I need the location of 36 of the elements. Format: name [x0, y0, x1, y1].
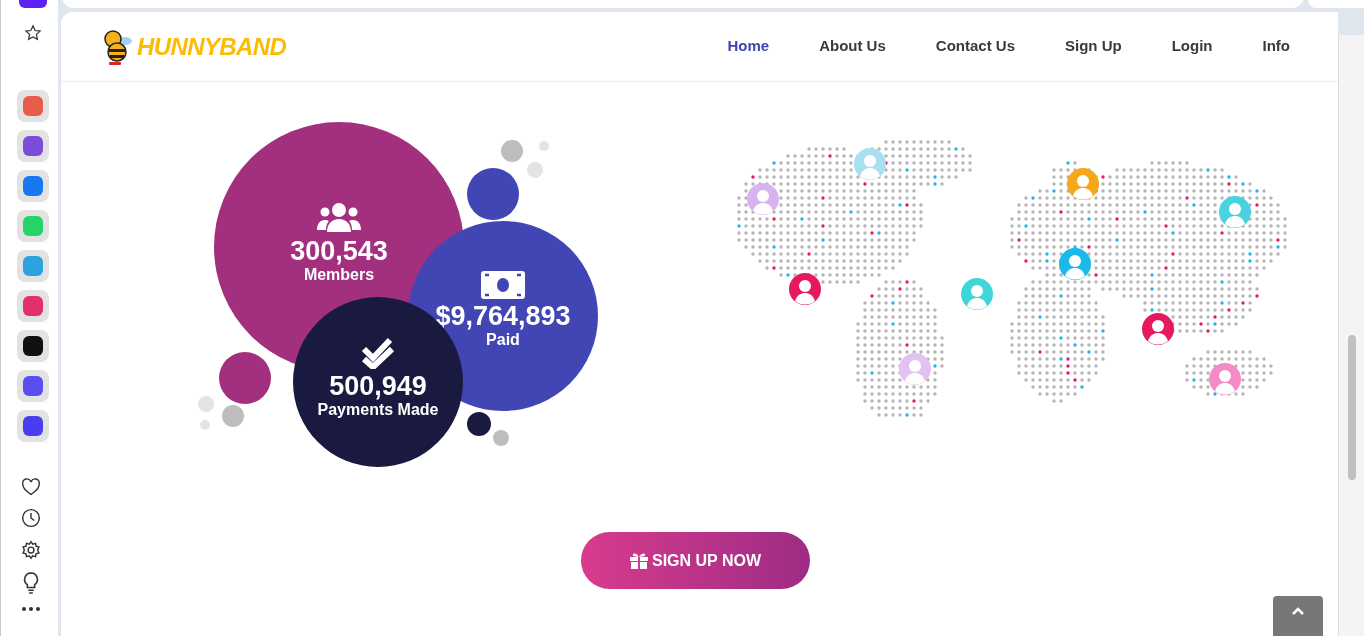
avatar-icon [1066, 167, 1100, 201]
avatar-icon [1058, 247, 1092, 281]
nav-link[interactable]: Sign Up [1065, 35, 1122, 58]
avatar-icon [1141, 312, 1175, 346]
banknote-icon [481, 271, 525, 299]
avatar-icon [960, 277, 994, 311]
avatar-icon [746, 182, 780, 216]
gift-icon [629, 552, 648, 569]
nav-link[interactable]: Login [1171, 35, 1213, 58]
nav-link[interactable]: Home [727, 35, 770, 58]
nav-link[interactable]: About Us [819, 35, 886, 58]
stat-value: 300,543 [290, 236, 388, 266]
stat-value: 500,949 [329, 371, 427, 401]
avatar-icon [853, 147, 887, 181]
users-icon [316, 202, 362, 234]
more-icon[interactable] [21, 606, 41, 612]
sign-up-button[interactable]: SIGN UP NOW [581, 532, 810, 589]
avatar-icon [1208, 362, 1242, 396]
stat-value: $9,764,893 [435, 301, 571, 331]
chevron-up-icon [1291, 606, 1305, 616]
stat-label: Payments Made [317, 401, 439, 419]
avatar-icon [788, 272, 822, 306]
double-check-icon [360, 335, 396, 369]
stat-label: Members [303, 266, 375, 284]
scrollbar-thumb[interactable] [1348, 335, 1356, 480]
nav-link[interactable]: Info [1262, 35, 1290, 58]
stat-label: Paid [486, 331, 520, 349]
avatar-icon [1218, 195, 1252, 229]
star-icon[interactable] [24, 24, 42, 42]
scrollbar[interactable] [1338, 35, 1364, 636]
avatar-icon [898, 352, 932, 386]
settings-icon[interactable] [21, 540, 41, 560]
clock-icon[interactable] [21, 508, 41, 528]
lightbulb-icon[interactable] [22, 572, 40, 594]
heart-icon[interactable] [21, 478, 41, 496]
nav-link[interactable]: Contact Us [935, 35, 1015, 58]
